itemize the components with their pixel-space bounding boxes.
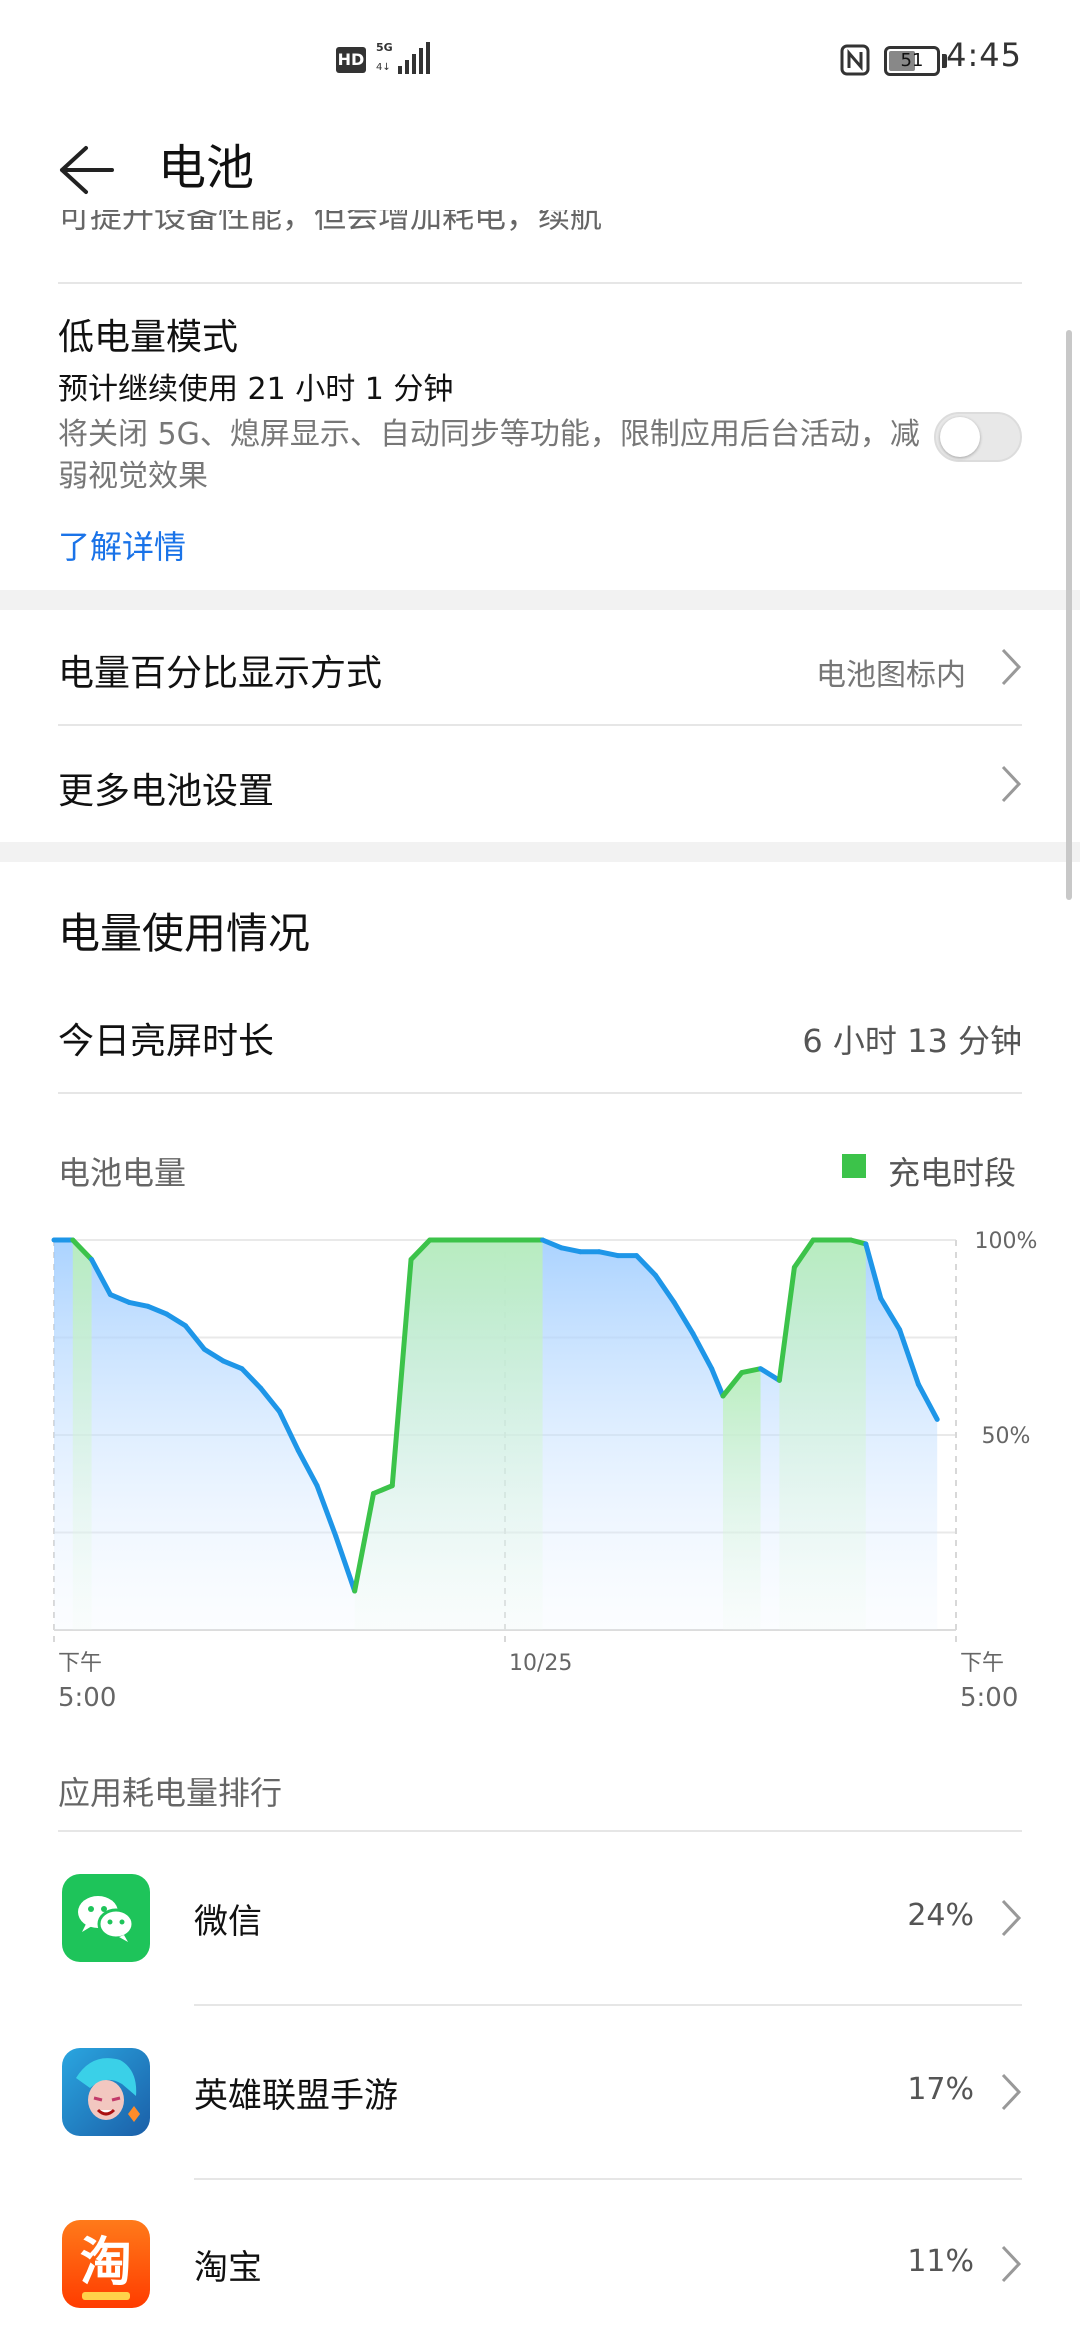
charge-area: [722, 1368, 761, 1630]
charge-area: [72, 1240, 92, 1630]
app-name: 淘宝: [194, 2248, 262, 2288]
x-tick-label: 5:00: [960, 1683, 1018, 1713]
battery-settings-page: HD 5G 4↓ 51 4:45 电池 可提升设备性能，但会增加耗电，续航 低电…: [0, 0, 1080, 2338]
battery-percentage-label[interactable]: 电量百分比显示方式: [58, 644, 382, 696]
low-power-description: 将关闭 5G、熄屏显示、自动同步等功能，限制应用后台活动，减弱视觉效果: [58, 417, 920, 494]
chart-title: 电池电量: [58, 1154, 187, 1192]
wechat-icon: [62, 1874, 150, 1962]
app-percent: 24%: [907, 1898, 974, 1933]
y-tick-label: 100%: [975, 1229, 1038, 1254]
x-tick-label: 下午: [58, 1651, 102, 1676]
x-tick-label: 5:00: [58, 1683, 116, 1713]
svg-text:5G: 5G: [376, 41, 393, 54]
x-tick-label: 10/25: [509, 1651, 572, 1676]
divider: [58, 1092, 1022, 1094]
svg-text:4↓: 4↓: [376, 62, 391, 73]
low-power-toggle[interactable]: [934, 412, 1022, 462]
learn-more-link[interactable]: 了解详情: [58, 522, 186, 568]
clock: 4:45: [946, 36, 1022, 74]
nfc-icon: [840, 44, 870, 76]
signal-strength-icon: 5G 4↓: [376, 41, 430, 74]
chevron-right-icon: [1001, 765, 1022, 803]
more-battery-settings-label[interactable]: 更多电池设置: [58, 762, 274, 814]
toggle-knob: [940, 417, 980, 457]
battery-percentage-value[interactable]: 电池图标内: [816, 650, 966, 694]
back-arrow-icon[interactable]: [56, 140, 116, 200]
app-percent: 11%: [907, 2244, 974, 2279]
app-row-wechat[interactable]: 微信 24%: [0, 1832, 1080, 2006]
taobao-icon: 淘: [62, 2220, 150, 2308]
divider: [58, 724, 1022, 726]
chevron-right-icon: [1001, 648, 1022, 686]
hd-voice-icon: HD: [336, 47, 366, 73]
usage-section-title: 电量使用情况: [58, 909, 311, 958]
low-power-mode-title: 低电量模式: [58, 317, 239, 358]
svg-text:淘: 淘: [80, 2233, 132, 2293]
low-power-estimate: 预计继续使用 21 小时 1 分钟: [58, 372, 454, 407]
app-row-taobao[interactable]: 淘 淘宝 11%: [0, 2180, 1080, 2338]
legend-swatch-charging: [842, 1154, 866, 1178]
battery-level-chart[interactable]: 100% 50% 下午 5:00 10/25 下午 5:00: [50, 1220, 1050, 1720]
y-tick-label: 50%: [982, 1424, 1031, 1449]
legend-label-charging: 充电时段: [888, 1154, 1017, 1192]
screen-time-value: 6 小时 13 分钟: [802, 1022, 1022, 1060]
chevron-right-icon: [1001, 2245, 1022, 2283]
battery-level-text: 51: [900, 50, 924, 71]
section-separator: [0, 842, 1080, 862]
app-ranking-title: 应用耗电量排行: [58, 1774, 283, 1812]
section-separator: [0, 590, 1080, 610]
screen-time-label: 今日亮屏时长: [58, 1021, 275, 1062]
chevron-right-icon: [1001, 1899, 1022, 1937]
league-of-legends-icon: [62, 2048, 150, 2136]
status-bar: HD 5G 4↓ 51 4:45: [0, 0, 1080, 120]
app-name: 微信: [194, 1902, 262, 1942]
app-row-league-of-legends[interactable]: 英雄联盟手游 17%: [0, 2006, 1080, 2180]
scrollbar[interactable]: [1066, 330, 1072, 900]
app-name: 英雄联盟手游: [194, 2076, 398, 2116]
x-tick-label: 下午: [960, 1651, 1004, 1676]
app-percent: 17%: [907, 2072, 974, 2107]
scrolled-description: 可提升设备性能，但会增加耗电，续航: [58, 210, 603, 235]
page-title: 电池: [158, 140, 255, 196]
chevron-right-icon: [1001, 2073, 1022, 2111]
divider: [58, 282, 1022, 284]
battery-icon: 51: [884, 46, 940, 76]
